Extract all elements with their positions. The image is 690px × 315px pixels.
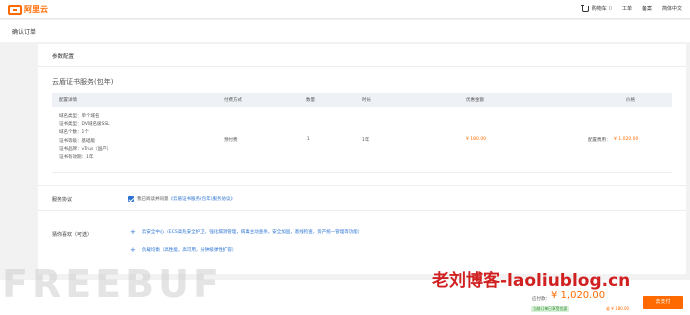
cart-count: 0 bbox=[608, 5, 612, 12]
config-table-row: 域名类型：单个域名 证书类型：DV域名级SSL 域名个数：1个 证书等级：基础版… bbox=[52, 107, 672, 173]
top-nav: 阿里云 购物车 0 工单 备案 简体中文 bbox=[0, 0, 690, 19]
plus-icon[interactable]: + bbox=[130, 228, 136, 235]
col-price: 价格 bbox=[626, 98, 635, 103]
service-title: 云盾证书服务(包年) bbox=[52, 78, 114, 86]
page-title: 确认订单 bbox=[12, 29, 37, 36]
duration-value: 1年 bbox=[362, 138, 370, 143]
cart-link[interactable]: 购物车 bbox=[592, 5, 607, 12]
divider bbox=[38, 66, 686, 67]
agreement-link[interactable]: 《云盾证书服务(包年)服务协议》 bbox=[169, 196, 236, 202]
total-label: 应付款： bbox=[532, 297, 550, 302]
config-details: 域名类型：单个域名 证书类型：DV域名级SSL 域名个数：1个 证书等级：基础版… bbox=[59, 113, 111, 162]
detail-validity: 证书有效期：1年 bbox=[59, 155, 94, 161]
pay-type-value: 预付费 bbox=[224, 138, 238, 143]
promo-badge: 当前订单已享受优惠 bbox=[531, 306, 570, 312]
agreement-checkbox[interactable] bbox=[128, 196, 134, 202]
nav-link-language[interactable]: 简体中文 bbox=[662, 5, 682, 12]
brand-name: 阿里云 bbox=[24, 5, 48, 14]
agreement-text: 我已阅读并同意 bbox=[137, 197, 169, 202]
divider bbox=[38, 210, 686, 211]
cart-icon[interactable] bbox=[580, 4, 589, 12]
recommend-item[interactable]: + 云安全中心（ECS高危安全护卫，强化漏洞管理，病毒主动查杀，安全加固，基线检… bbox=[130, 228, 362, 235]
total-amount: ¥ 1,020.00 bbox=[551, 290, 606, 301]
quantity-value: 1 bbox=[307, 137, 310, 142]
recommend-label: 猜你喜欢（可选） bbox=[52, 232, 93, 238]
nav-link-icp[interactable]: 备案 bbox=[642, 5, 652, 12]
config-table-header: 配置详情 付费方式 数量 时长 优惠金额 价格 bbox=[52, 93, 672, 107]
detail-cert-type: 证书类型：DV域名级SSL bbox=[59, 122, 110, 128]
page-title-bar: 确认订单 bbox=[0, 20, 690, 42]
recommend-item-text[interactable]: 负载均衡（高性能，高可用，分钟级弹性扩容） bbox=[142, 247, 237, 253]
divider bbox=[38, 185, 686, 186]
col-config-detail: 配置详情 bbox=[59, 98, 77, 103]
col-quantity: 数量 bbox=[306, 98, 315, 103]
price-label: 配置费用： bbox=[588, 138, 611, 143]
config-section-heading: 参数配置 bbox=[52, 54, 75, 60]
detail-cert-level: 证书等级：基础版 bbox=[59, 138, 95, 144]
freebuf-watermark: FREEBUF bbox=[2, 262, 223, 306]
plus-icon[interactable]: + bbox=[130, 246, 136, 253]
price-value: ¥ 1,020.00 bbox=[614, 137, 639, 142]
recommend-item[interactable]: + 负载均衡（高性能，高可用，分钟级弹性扩容） bbox=[130, 246, 237, 253]
blog-watermark: 老刘博客-laoliublog.cn bbox=[432, 271, 631, 291]
detail-cert-brand: 证书品牌：vTrus（国产） bbox=[59, 146, 112, 152]
nav-link-tickets[interactable]: 工单 bbox=[622, 5, 632, 12]
col-duration: 时长 bbox=[362, 98, 371, 103]
discount-value: ¥ 180.00 bbox=[466, 137, 487, 142]
col-pay-type: 付费方式 bbox=[224, 98, 242, 103]
col-discount: 优惠金额 bbox=[466, 98, 484, 103]
aliyun-logo-icon bbox=[8, 4, 22, 15]
pay-button[interactable]: 去支付 bbox=[643, 296, 683, 309]
agreement-label: 服务协议 bbox=[52, 197, 73, 203]
aliyun-logo[interactable]: 阿里云 bbox=[8, 4, 48, 15]
agreement-row: 我已阅读并同意 《云盾证书服务(包年)服务协议》 bbox=[128, 196, 235, 202]
order-card: 参数配置 云盾证书服务(包年) 配置详情 付费方式 数量 时长 优惠金额 价格 … bbox=[38, 44, 686, 274]
saved-amount: 省 ¥ 180.00 bbox=[606, 306, 630, 311]
detail-domain-count: 域名个数：1个 bbox=[59, 130, 89, 136]
recommend-item-text[interactable]: 云安全中心（ECS高危安全护卫，强化漏洞管理，病毒主动查杀，安全加固，基线检查，… bbox=[142, 229, 362, 235]
nav-links: 购物车 0 工单 备案 简体中文 bbox=[580, 4, 682, 12]
detail-domain-type: 域名类型：单个域名 bbox=[59, 114, 100, 119]
